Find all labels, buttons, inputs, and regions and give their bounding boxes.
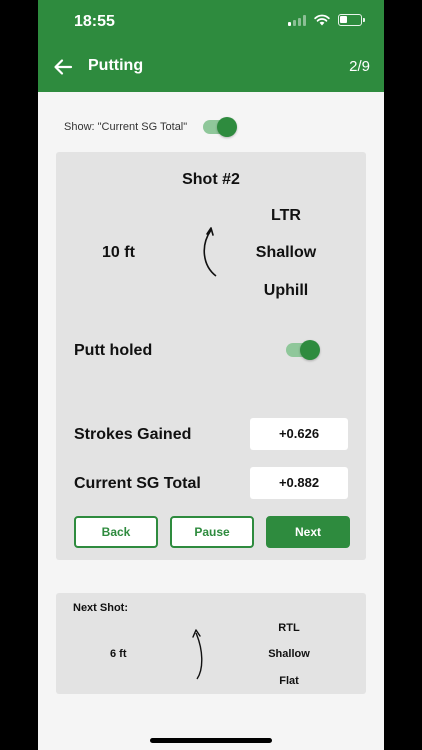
back-button[interactable]: Back	[74, 516, 158, 548]
sg-total-label: Current SG Total	[74, 475, 201, 492]
show-sg-total-label: Show: "Current SG Total"	[64, 121, 188, 133]
next-shot-distance: 6 ft	[110, 648, 127, 660]
next-shot-direction: Flat	[279, 675, 299, 687]
status-time: 18:55	[74, 13, 115, 30]
app-header: 18:55 Putting 2/9	[38, 0, 384, 92]
next-button[interactable]: Next	[266, 516, 350, 548]
app-screen: 18:55 Putting 2/9 Show: "Current SG Tota…	[38, 0, 384, 750]
back-arrow-icon[interactable]	[52, 56, 74, 78]
shot-direction: Uphill	[263, 282, 309, 299]
toggle-knob	[300, 340, 320, 360]
putt-path-arrow-icon	[203, 227, 217, 277]
putt-holed-toggle[interactable]	[286, 340, 320, 360]
wifi-icon	[314, 14, 330, 26]
next-shot-break: RTL	[278, 622, 300, 634]
shot-title: Shot #2	[182, 171, 240, 188]
home-indicator[interactable]	[150, 738, 272, 743]
battery-icon	[338, 14, 365, 26]
shot-distance: 10 ft	[102, 244, 135, 261]
strokes-gained-value: +0.626	[250, 418, 348, 450]
strokes-gained-label: Strokes Gained	[74, 426, 192, 443]
next-shot-card: Next Shot: 6 ft RTL Shallow Flat	[56, 593, 366, 694]
toggle-knob	[217, 117, 238, 137]
next-shot-slope: Shallow	[268, 648, 310, 660]
sg-total-value: +0.882	[250, 467, 348, 499]
next-shot-title: Next Shot:	[73, 602, 128, 614]
cellular-signal-icon	[288, 14, 306, 26]
page-title: Putting	[88, 57, 144, 74]
show-sg-total-row: Show: "Current SG Total"	[64, 117, 238, 137]
shot-counter: 2/9	[349, 58, 370, 75]
shot-slope: Shallow	[255, 244, 317, 261]
putt-holed-label: Putt holed	[74, 342, 153, 359]
show-sg-total-toggle[interactable]	[203, 117, 238, 137]
pause-button[interactable]: Pause	[170, 516, 254, 548]
shot-break: LTR	[271, 207, 301, 224]
shot-card: Shot #2 10 ft LTR Shallow Uphill Putt ho…	[56, 152, 366, 560]
status-icons	[288, 14, 365, 26]
next-putt-path-arrow-icon	[192, 629, 203, 680]
